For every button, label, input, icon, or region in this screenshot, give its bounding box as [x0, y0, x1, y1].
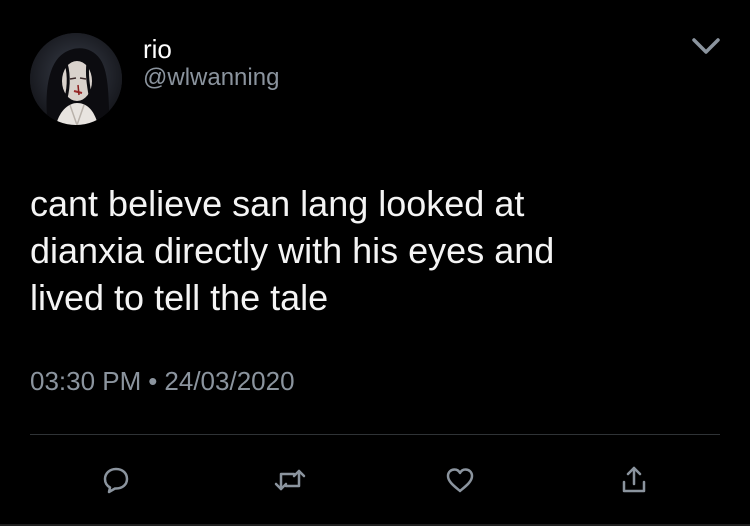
- share-button[interactable]: [612, 458, 656, 502]
- avatar[interactable]: [30, 33, 122, 125]
- like-button[interactable]: [438, 458, 482, 502]
- reply-button[interactable]: [94, 458, 138, 502]
- reply-icon: [103, 467, 129, 494]
- avatar-image: [30, 33, 122, 125]
- share-icon: [622, 466, 646, 493]
- retweet-icon: [274, 469, 306, 491]
- tweet-time[interactable]: 03:30 PM: [30, 366, 141, 396]
- heart-icon: [446, 468, 474, 493]
- retweet-button[interactable]: [268, 458, 312, 502]
- meta-separator: •: [148, 366, 158, 396]
- divider: [30, 434, 720, 435]
- user-handle[interactable]: @wlwanning: [143, 64, 279, 92]
- tweet-text-line: dianxia directly with his eyes and: [30, 230, 555, 271]
- tweet-text-line: lived to tell the tale: [30, 277, 329, 318]
- tweet-card: rio @wlwanning cant believe san lang loo…: [0, 0, 750, 526]
- tweet-text: cant believe san lang looked at dianxia …: [30, 180, 710, 321]
- tweet-metadata: 03:30 PM • 24/03/2020: [30, 366, 295, 396]
- tweet-text-line: cant believe san lang looked at: [30, 183, 525, 224]
- action-bar: [0, 458, 750, 502]
- display-name[interactable]: rio: [143, 34, 172, 64]
- chevron-down-icon[interactable]: [690, 34, 722, 58]
- tweet-date[interactable]: 24/03/2020: [164, 366, 294, 396]
